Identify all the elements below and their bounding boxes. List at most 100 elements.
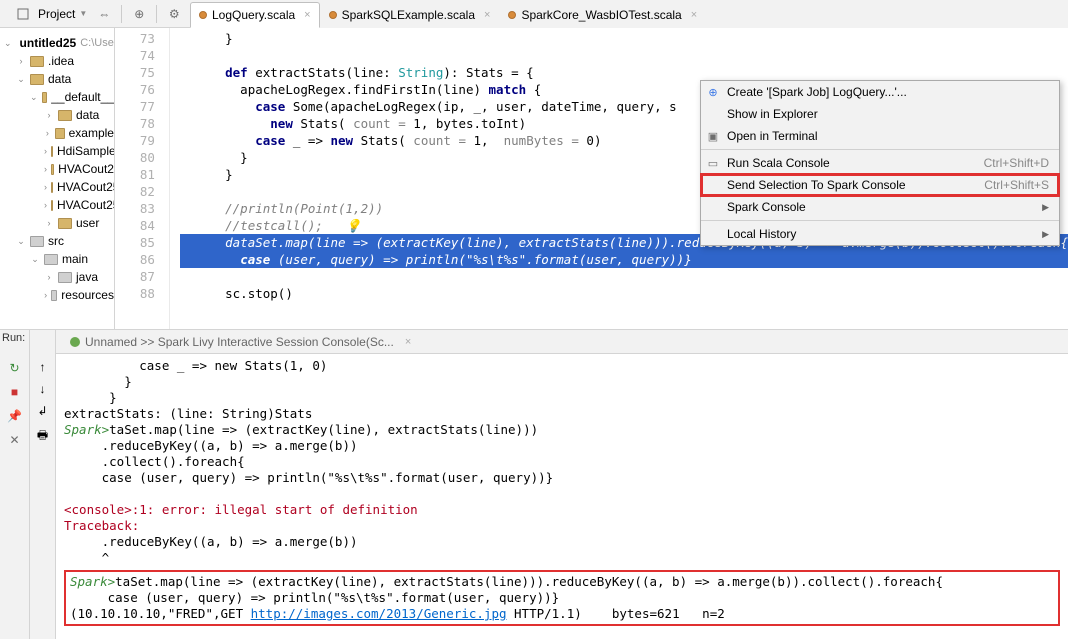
expand-icon[interactable]: ⌄ — [30, 92, 38, 103]
expand-icon[interactable]: › — [44, 146, 47, 156]
menu-item-icon: ▣ — [706, 129, 720, 143]
wrap-icon[interactable]: ↲ — [37, 404, 47, 418]
tab-label: LogQuery.scala — [212, 8, 295, 22]
close-icon[interactable]: × — [691, 9, 697, 21]
menu-item-label: Spark Console — [727, 200, 806, 214]
tree-item[interactable]: ›data — [0, 106, 114, 124]
divider — [156, 5, 157, 23]
print-icon[interactable]: 🖶 — [37, 426, 48, 447]
folder-icon — [51, 164, 54, 175]
down-icon[interactable]: ↓ — [40, 382, 46, 396]
expand-icon[interactable]: › — [44, 164, 47, 174]
tab-logquery[interactable]: LogQuery.scala × — [190, 2, 320, 28]
folder-icon — [44, 254, 58, 265]
tree-item[interactable]: ⌄src — [0, 232, 114, 250]
scala-file-icon — [199, 11, 207, 19]
tree-label: HdiSamples — [57, 144, 115, 158]
tree-item[interactable]: ⌄data — [0, 70, 114, 88]
project-dropdown[interactable]: Project ▼ — [6, 5, 93, 23]
dropdown-arrow-icon: ▼ — [79, 9, 87, 18]
tab-sparksql[interactable]: SparkSQLExample.scala × — [320, 2, 500, 28]
target-icon[interactable]: ⊕ — [132, 7, 146, 21]
tree-item[interactable]: › HVACout2569 — [0, 196, 114, 214]
close-icon[interactable]: ✕ — [7, 432, 23, 448]
console-highlight-box: Spark>taSet.map(line => (extractKey(line… — [64, 570, 1060, 626]
menu-item-label: Send Selection To Spark Console — [727, 178, 906, 192]
tree-item[interactable]: ›user — [0, 214, 114, 232]
menu-item-icon: ▭ — [706, 156, 720, 170]
chevron-right-icon: ▶ — [1042, 229, 1049, 240]
up-icon[interactable]: ↑ — [40, 360, 46, 374]
folder-icon — [58, 218, 72, 229]
tree-path: C:\Users\v- — [80, 37, 115, 49]
expand-icon[interactable]: ⌄ — [16, 236, 26, 247]
tree-label: HVACout256 — [57, 180, 115, 194]
collapse-icon[interactable]: ⇔ — [97, 7, 111, 21]
menu-separator — [701, 220, 1059, 221]
console-output[interactable]: case _ => new Stats(1, 0) } } extractSta… — [56, 354, 1068, 639]
menu-item-label: Local History — [727, 227, 796, 241]
tree-label: java — [76, 270, 98, 284]
gear-icon[interactable]: ⚙ — [167, 7, 181, 21]
expand-icon[interactable]: ⌄ — [30, 254, 40, 265]
menu-item[interactable]: Spark Console▶ — [701, 196, 1059, 218]
tree-item[interactable]: ›resources — [0, 286, 114, 304]
folder-icon — [51, 182, 53, 193]
menu-item-label: Open in Terminal — [727, 129, 818, 143]
url-link[interactable]: http://images.com/2013/Generic.jpg — [251, 606, 507, 621]
tree-item[interactable]: › java — [0, 268, 114, 286]
expand-icon[interactable]: › — [44, 110, 54, 120]
menu-item[interactable]: Send Selection To Spark Console Ctrl+Shif… — [701, 174, 1059, 196]
tree-item[interactable]: › .idea — [0, 52, 114, 70]
scala-file-icon — [329, 11, 337, 19]
expand-icon[interactable]: ⌄ — [16, 74, 26, 85]
folder-icon — [42, 92, 48, 103]
folder-icon — [51, 200, 53, 211]
divider — [121, 5, 122, 23]
menu-item[interactable]: ▭Run Scala ConsoleCtrl+Shift+D — [701, 152, 1059, 174]
stop-icon[interactable]: ■ — [7, 384, 23, 400]
expand-icon[interactable]: › — [44, 272, 54, 282]
tree-label: HVACout2569 — [57, 198, 115, 212]
pin-icon[interactable]: 📌 — [7, 408, 23, 424]
menu-item-label: Show in Explorer — [727, 107, 818, 121]
expand-icon[interactable]: › — [44, 128, 51, 138]
project-label: Project — [38, 7, 75, 21]
menu-item-label: Create '[Spark Job] LogQuery...'... — [727, 85, 907, 99]
menu-item[interactable]: ▣ Open in Terminal — [701, 125, 1059, 147]
expand-icon[interactable]: › — [44, 218, 54, 228]
expand-icon[interactable]: › — [44, 290, 47, 300]
menu-item[interactable]: Show in Explorer — [701, 103, 1059, 125]
tree-item[interactable]: › example — [0, 124, 114, 142]
folder-icon — [58, 272, 72, 283]
tree-item[interactable]: ⌄main — [0, 250, 114, 268]
tree-label: HVACout2 — [58, 162, 114, 176]
tree-label: .idea — [48, 54, 74, 68]
close-icon[interactable]: × — [484, 9, 490, 21]
menu-item[interactable]: ⊕Create '[Spark Job] LogQuery...'... — [701, 81, 1059, 103]
expand-icon[interactable]: › — [44, 200, 47, 210]
menu-item[interactable]: Local History ▶ — [701, 223, 1059, 245]
tree-label: example — [69, 126, 114, 140]
tree-item[interactable]: ⌄ __default__ — [0, 88, 114, 106]
folder-icon — [51, 290, 57, 301]
tree-item[interactable]: › HVACout256 — [0, 178, 114, 196]
expand-icon[interactable]: › — [16, 56, 26, 66]
tree-item[interactable]: › HVACout2 — [0, 160, 114, 178]
menu-shortcut: Ctrl+Shift+S — [984, 178, 1049, 192]
close-icon[interactable]: × — [304, 9, 310, 21]
expand-icon[interactable]: ⌄ — [4, 38, 12, 49]
tree-root[interactable]: ⌄ untitled25 C:\Users\v- — [0, 34, 114, 52]
tree-label: __default__ — [51, 90, 114, 104]
folder-icon — [58, 110, 72, 121]
tab-label: SparkSQLExample.scala — [342, 8, 475, 22]
tab-sparkcore[interactable]: SparkCore_WasbIOTest.scala × — [499, 2, 706, 28]
close-icon[interactable]: × — [405, 336, 411, 348]
menu-shortcut: Ctrl+Shift+D — [984, 156, 1049, 170]
rerun-icon[interactable]: ↻ — [7, 360, 23, 376]
run-tab[interactable]: Unnamed >> Spark Livy Interactive Sessio… — [64, 333, 417, 351]
project-icon — [16, 7, 30, 21]
run-tab-label: Unnamed >> Spark Livy Interactive Sessio… — [85, 335, 394, 349]
tree-item[interactable]: › HdiSamples — [0, 142, 114, 160]
expand-icon[interactable]: › — [44, 182, 47, 192]
